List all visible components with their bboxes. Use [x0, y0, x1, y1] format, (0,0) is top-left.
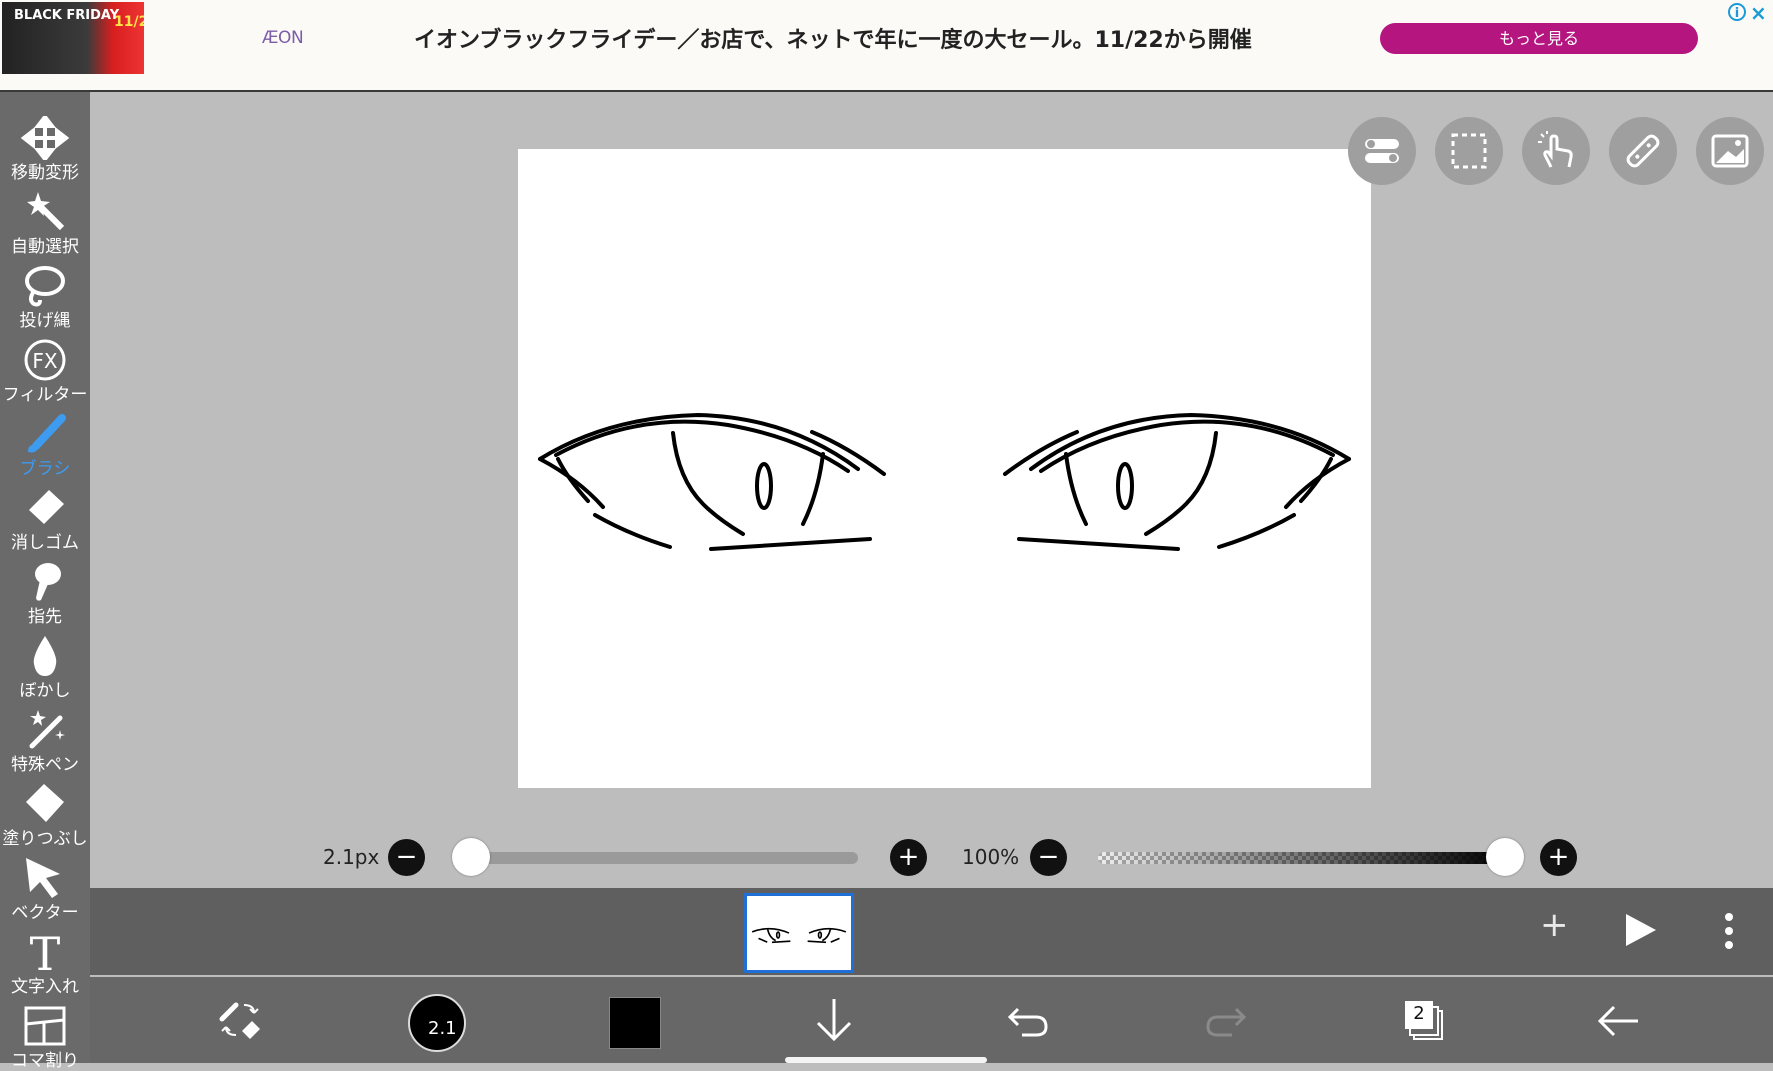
- tool-vector[interactable]: ベクター: [0, 850, 90, 923]
- brush-icon: [28, 414, 66, 453]
- eraser-icon: [29, 490, 64, 524]
- frame-thumbnail[interactable]: [744, 893, 854, 973]
- tool-auto-select[interactable]: 自動選択: [0, 184, 90, 257]
- eyes-drawing: [538, 413, 1351, 551]
- fx-icon: FX: [24, 339, 66, 381]
- more-vertical-icon[interactable]: [1722, 912, 1736, 950]
- tool-label: 指先: [28, 607, 62, 627]
- tool-sidebar: 移動変形 自動選択 投げ縄 FX フィルター ブラシ 消しゴム 指先 ぼかし 特…: [0, 92, 90, 1071]
- fill-bucket-icon: [26, 784, 64, 822]
- home-indicator: [785, 1057, 987, 1063]
- tool-label: コマ割り: [11, 1051, 79, 1071]
- tool-lasso[interactable]: 投げ縄: [0, 258, 90, 331]
- ad-thumb-title: BLACK FRIDAY: [14, 8, 120, 23]
- tool-label: ベクター: [11, 903, 79, 923]
- opacity-slider[interactable]: [1098, 852, 1508, 864]
- size-plus-button[interactable]: +: [890, 839, 927, 876]
- finger-icon: [35, 563, 61, 601]
- tool-blur[interactable]: ぼかし: [0, 628, 90, 701]
- brush-settings-row: 2.1px − + 100% − +: [90, 832, 1773, 882]
- redo-icon[interactable]: [1204, 1003, 1246, 1039]
- frame-divider-icon: [24, 1006, 66, 1046]
- swap-pen-eraser-icon[interactable]: [218, 999, 264, 1041]
- tool-label: 文字入れ: [11, 977, 79, 997]
- frame-strip: +: [90, 888, 1773, 975]
- blur-drop-icon: [33, 636, 57, 676]
- tool-label: 移動変形: [11, 163, 79, 183]
- svg-text:FX: FX: [32, 349, 58, 373]
- vector-cursor-icon: [26, 858, 60, 898]
- layer-count: 2: [1413, 1003, 1425, 1024]
- tool-brush[interactable]: ブラシ: [0, 406, 90, 479]
- tool-text[interactable]: T 文字入れ: [0, 924, 90, 997]
- move-arrows-icon: [20, 116, 70, 160]
- toggle-settings-button[interactable]: [1348, 117, 1416, 185]
- size-minus-button[interactable]: −: [388, 839, 425, 876]
- toggle-settings-icon: [1365, 139, 1399, 163]
- tool-filter[interactable]: FX フィルター: [0, 332, 90, 405]
- touch-gesture-button[interactable]: [1522, 117, 1590, 185]
- layers-button[interactable]: 2: [1402, 999, 1446, 1043]
- tool-special-pen[interactable]: 特殊ペン: [0, 702, 90, 775]
- opacity-minus-button[interactable]: −: [1030, 839, 1067, 876]
- opacity-knob[interactable]: [1486, 838, 1524, 876]
- image-button[interactable]: [1696, 117, 1764, 185]
- tool-label: フィルター: [2, 385, 88, 405]
- tool-label: ぼかし: [19, 681, 71, 701]
- tool-label: 特殊ペン: [11, 755, 79, 775]
- ad-more-button[interactable]: もっと見る: [1380, 23, 1698, 54]
- ad-thumbnail[interactable]: BLACK FRIDAY 11/22: [2, 2, 144, 74]
- ad-banner[interactable]: BLACK FRIDAY 11/22 ÆON イオンブラックフライデー／お店で、…: [0, 0, 1773, 92]
- frame-thumbnail-preview: [751, 927, 847, 944]
- color-swatch-button[interactable]: [609, 997, 661, 1049]
- drawing-canvas[interactable]: [518, 149, 1371, 788]
- image-icon: [1711, 134, 1749, 168]
- tool-frame-divider[interactable]: コマ割り: [0, 998, 90, 1071]
- tool-finger[interactable]: 指先: [0, 554, 90, 627]
- back-arrow-icon[interactable]: [1596, 1003, 1640, 1039]
- bottom-toolbar: 2.1 2: [90, 977, 1773, 1063]
- selection-icon: [1451, 133, 1487, 169]
- tool-fill[interactable]: 塗りつぶし: [0, 776, 90, 849]
- opacity-plus-button[interactable]: +: [1540, 839, 1577, 876]
- brush-size-preview-button[interactable]: 2.1: [408, 994, 466, 1052]
- ruler-button[interactable]: [1609, 117, 1677, 185]
- play-icon[interactable]: [1622, 912, 1658, 948]
- tool-label: 投げ縄: [19, 311, 71, 331]
- opacity-value: 100%: [962, 845, 1020, 869]
- ad-thumb-date: 11/22: [114, 14, 144, 30]
- add-frame-button[interactable]: +: [1540, 908, 1569, 942]
- magic-wand-icon: [27, 192, 65, 231]
- text-t-icon: T: [30, 930, 61, 974]
- brush-size-badge: 2.1: [428, 1018, 457, 1039]
- touch-gesture-icon: [1538, 131, 1573, 168]
- brush-size-slider[interactable]: [470, 852, 858, 864]
- svg-text:T: T: [30, 930, 61, 974]
- brush-size-knob[interactable]: [452, 838, 490, 876]
- tool-move-transform[interactable]: 移動変形: [0, 110, 90, 183]
- close-icon[interactable]: ×: [1750, 1, 1767, 25]
- tool-label: 消しゴム: [11, 533, 79, 553]
- tool-eraser[interactable]: 消しゴム: [0, 480, 90, 553]
- selection-button[interactable]: [1435, 117, 1503, 185]
- arrow-down-icon[interactable]: [814, 997, 854, 1043]
- lasso-icon: [25, 266, 65, 307]
- ruler-icon: [1626, 134, 1660, 168]
- tool-label: 塗りつぶし: [2, 829, 88, 849]
- ad-brand-logo: ÆON: [262, 28, 304, 48]
- ad-headline[interactable]: イオンブラックフライデー／お店で、ネットで年に一度の大セール。11/22から開催: [414, 22, 1252, 54]
- tool-label: ブラシ: [19, 459, 71, 479]
- info-icon[interactable]: i: [1728, 3, 1746, 21]
- tool-label: 自動選択: [11, 237, 79, 257]
- special-pen-icon: [29, 710, 65, 749]
- brush-size-value: 2.1px: [323, 845, 380, 869]
- undo-icon[interactable]: [1008, 1003, 1050, 1039]
